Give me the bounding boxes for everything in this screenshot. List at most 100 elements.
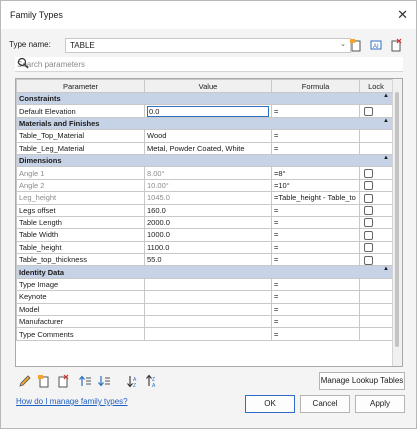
value-input[interactable]: 0.0 <box>147 105 269 117</box>
param-value[interactable]: 0.0 <box>144 104 272 118</box>
lock-cell <box>359 240 393 255</box>
table-row: Table_top_thickness 55.0 = <box>16 253 393 267</box>
table-row: Table Width 1000.0 = <box>16 228 393 242</box>
param-value[interactable] <box>144 327 272 341</box>
group-dimensions[interactable]: Dimensions ▲ <box>16 153 393 168</box>
search-parameters-input[interactable]: Search parameters <box>15 57 403 72</box>
table-row: Model = <box>16 302 393 317</box>
sort-descending-icon[interactable]: ZA <box>145 374 159 389</box>
new-type-icon[interactable] <box>349 38 363 52</box>
param-value[interactable]: 160.0 <box>144 203 272 217</box>
close-icon[interactable]: ✕ <box>397 7 408 23</box>
lock-cell <box>359 141 393 155</box>
param-name: Keynote <box>16 290 145 304</box>
apply-button[interactable]: Apply <box>355 395 405 413</box>
param-value[interactable] <box>144 315 272 329</box>
lock-checkbox[interactable] <box>364 230 373 240</box>
pencil-icon[interactable] <box>18 374 32 388</box>
param-formula[interactable]: = <box>271 253 360 267</box>
param-formula[interactable]: = <box>271 315 360 329</box>
delete-parameter-icon[interactable] <box>56 374 70 388</box>
manage-lookup-tables-button[interactable]: Manage Lookup Tables <box>319 372 405 390</box>
param-formula[interactable]: =10° <box>271 178 360 193</box>
lock-checkbox[interactable] <box>364 193 373 203</box>
cancel-button[interactable]: Cancel <box>300 395 350 413</box>
param-name: Table Length <box>16 215 145 230</box>
param-name: Table_Top_Material <box>16 129 145 143</box>
help-link[interactable]: How do I manage family types? <box>16 397 128 406</box>
collapse-icon[interactable]: ▲ <box>383 267 389 272</box>
group-identity-data[interactable]: Identity Data ▲ <box>16 265 393 279</box>
type-name-dropdown[interactable]: TABLE ⌄ <box>65 38 351 53</box>
param-value[interactable]: Wood <box>144 129 272 143</box>
param-formula[interactable]: = <box>271 228 360 242</box>
group-label: Dimensions <box>19 156 62 166</box>
param-formula[interactable]: = <box>271 129 360 143</box>
param-formula[interactable]: = <box>271 302 360 317</box>
lock-cell <box>359 228 393 242</box>
param-value[interactable]: Metal, Powder Coated, White <box>144 141 272 155</box>
param-name: Model <box>16 302 145 317</box>
lock-checkbox[interactable] <box>364 205 373 215</box>
lock-cell <box>359 166 393 180</box>
param-formula[interactable]: = <box>271 203 360 217</box>
group-label: Identity Data <box>19 267 65 277</box>
param-formula[interactable]: =Table_height - Table_to <box>271 191 360 205</box>
title-bar: Family Types ✕ <box>1 1 416 29</box>
collapse-icon[interactable]: ▲ <box>383 118 389 123</box>
param-formula[interactable]: = <box>271 104 360 118</box>
param-value[interactable]: 1000.0 <box>144 228 272 242</box>
rename-type-icon[interactable]: AI <box>369 38 383 52</box>
lock-checkbox[interactable] <box>364 218 373 228</box>
lock-checkbox[interactable] <box>364 181 373 191</box>
ok-button[interactable]: OK <box>245 395 295 413</box>
param-value[interactable]: 55.0 <box>144 253 272 267</box>
param-name: Leg_height <box>16 191 145 205</box>
lock-checkbox[interactable] <box>364 255 373 265</box>
delete-type-icon[interactable] <box>389 38 403 52</box>
column-header-parameter[interactable]: Parameter <box>16 79 145 93</box>
param-value[interactable] <box>144 290 272 304</box>
param-value[interactable] <box>144 302 272 317</box>
param-formula[interactable]: = <box>271 215 360 230</box>
param-value: 8.00° <box>144 166 272 180</box>
param-formula[interactable]: = <box>271 327 360 341</box>
scrollbar-thumb[interactable] <box>395 92 399 347</box>
param-formula[interactable]: = <box>271 240 360 255</box>
lock-cell <box>359 104 393 118</box>
search-icon[interactable] <box>17 57 403 71</box>
column-header-lock[interactable]: Lock <box>359 79 393 93</box>
column-header-formula[interactable]: Formula <box>271 79 360 93</box>
column-header-value[interactable]: Value <box>144 79 272 93</box>
group-constraints[interactable]: Constraints ▲ <box>16 91 393 106</box>
lock-checkbox[interactable] <box>364 106 373 116</box>
param-value[interactable]: 1100.0 <box>144 240 272 255</box>
lock-cell <box>359 253 393 267</box>
param-value[interactable] <box>144 277 272 292</box>
move-down-icon[interactable] <box>97 374 111 388</box>
param-formula[interactable]: =8° <box>271 166 360 180</box>
sort-ascending-icon[interactable]: AZ <box>126 374 140 389</box>
param-name: Legs offset <box>16 203 145 217</box>
lock-cell <box>359 327 393 341</box>
group-materials[interactable]: Materials and Finishes ▲ <box>16 116 393 131</box>
table-row: Table Length 2000.0 = <box>16 215 393 230</box>
lock-cell <box>359 215 393 230</box>
move-up-icon[interactable] <box>78 374 92 388</box>
param-formula[interactable]: = <box>271 141 360 155</box>
lock-checkbox[interactable] <box>364 243 373 253</box>
param-formula[interactable]: = <box>271 277 360 292</box>
collapse-icon[interactable]: ▲ <box>383 94 389 99</box>
table-row: Table_Top_Material Wood = <box>16 129 393 143</box>
lock-cell <box>359 178 393 193</box>
collapse-icon[interactable]: ▲ <box>383 155 389 160</box>
param-value[interactable]: 2000.0 <box>144 215 272 230</box>
vertical-scrollbar[interactable] <box>392 79 402 366</box>
new-parameter-icon[interactable] <box>37 374 51 388</box>
param-name: Type Image <box>16 277 145 292</box>
dialog-title: Family Types <box>10 10 63 20</box>
lock-cell <box>359 191 393 205</box>
lock-checkbox[interactable] <box>364 168 373 178</box>
type-name-label: Type name: <box>9 40 51 49</box>
param-formula[interactable]: = <box>271 290 360 304</box>
